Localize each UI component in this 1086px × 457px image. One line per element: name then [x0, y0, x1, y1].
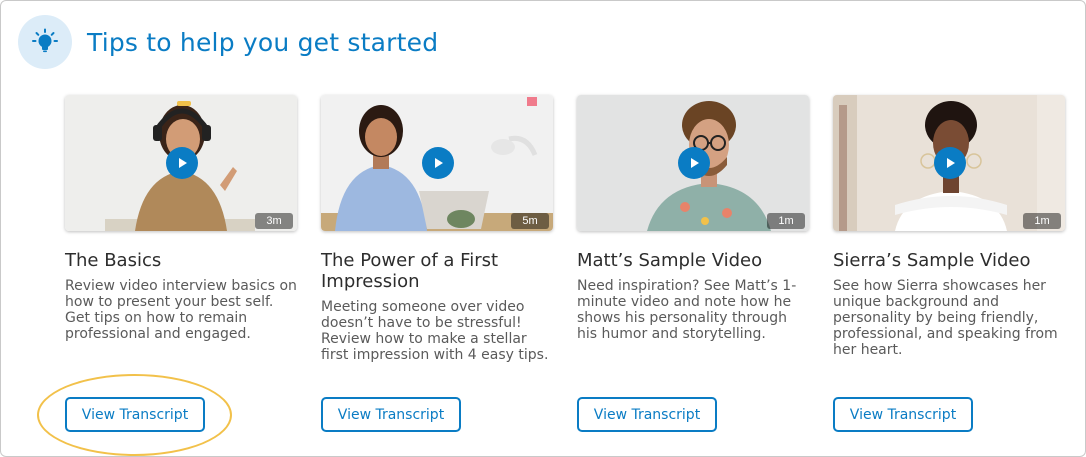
card-title: The Power of a First Impression	[321, 250, 499, 292]
video-card-first-impression: 5m The Power of a First Impression Meeti…	[321, 95, 553, 363]
play-icon[interactable]	[166, 147, 198, 179]
panel-header: Tips to help you get started	[18, 15, 438, 69]
video-thumbnail[interactable]: 1m	[833, 95, 1065, 231]
video-card-sierra: 1m Sierra’s Sample Video See how Sierra …	[833, 95, 1065, 358]
view-transcript-button-first-impression[interactable]: View Transcript	[321, 397, 461, 432]
card-title: Sierra’s Sample Video	[833, 250, 1031, 271]
duration-badge: 3m	[255, 213, 293, 229]
duration-badge: 1m	[1023, 213, 1061, 229]
view-transcript-button-sierra[interactable]: View Transcript	[833, 397, 973, 432]
card-description: Need inspiration? See Matt’s 1-minute vi…	[577, 278, 797, 342]
video-card-basics: 3m The Basics Review video interview bas…	[65, 95, 297, 342]
card-title: Matt’s Sample Video	[577, 250, 763, 271]
play-icon[interactable]	[422, 147, 454, 179]
video-thumbnail[interactable]: 3m	[65, 95, 297, 231]
tips-panel: Tips to help you get started 3m The Basi…	[0, 0, 1086, 457]
card-title: The Basics	[65, 250, 162, 271]
panel-title: Tips to help you get started	[87, 27, 439, 57]
play-icon[interactable]	[934, 147, 966, 179]
video-thumbnail[interactable]: 1m	[577, 95, 809, 231]
view-transcript-button-basics[interactable]: View Transcript	[65, 397, 205, 432]
card-description: Review video interview basics on how to …	[65, 278, 297, 342]
view-transcript-button-matt[interactable]: View Transcript	[577, 397, 717, 432]
play-icon[interactable]	[678, 147, 710, 179]
duration-badge: 1m	[767, 213, 805, 229]
video-card-matt: 1m Matt’s Sample Video Need inspiration?…	[577, 95, 809, 342]
lightbulb-icon	[18, 15, 72, 69]
card-description: See how Sierra showcases her unique back…	[833, 278, 1058, 358]
duration-badge: 5m	[511, 213, 549, 229]
card-description: Meeting someone over video doesn’t have …	[321, 299, 549, 363]
video-thumbnail[interactable]: 5m	[321, 95, 553, 231]
